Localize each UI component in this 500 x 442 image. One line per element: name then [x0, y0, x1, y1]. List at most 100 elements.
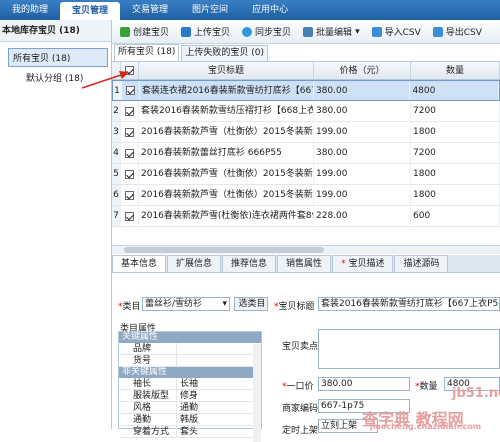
row-checkbox[interactable] [121, 122, 139, 142]
tab-description-source[interactable]: 描述源码 [394, 255, 449, 272]
schedule-label: 定时上架 [282, 426, 319, 436]
attr-row[interactable]: 风格 通勤 [119, 402, 261, 414]
price-label: *一口价 [282, 382, 314, 392]
item-title-cell: 2016春装新款芦雪（杜衡依）2015冬装新款毛呢外套 8968P1 [139, 185, 314, 205]
item-qty-cell: 1800 [411, 122, 500, 142]
attr-row[interactable]: 穿着方式 套头 [119, 426, 261, 438]
table-row[interactable]: 1套装连衣裙2016春装新款雪纺打底衫【667上衣P50 667-380.004… [112, 80, 500, 101]
attr-row[interactable]: 通勤 韩版 [119, 414, 261, 426]
attr-value: 套头 [180, 427, 199, 437]
checkbox-checked [125, 148, 134, 158]
item-price-cell: 199.00 [314, 122, 411, 142]
attr-row-model[interactable]: 货号 [119, 355, 261, 367]
item-price-cell: 199.00 [314, 185, 411, 205]
item-qty-cell: 4800 [410, 81, 499, 100]
attr-value: 长袖 [180, 379, 199, 389]
item-price-cell: 199.00 [314, 164, 411, 184]
table-row[interactable]: 5 2016春装新款芦雪（杜衡依）2015冬装新款毛呢外套 8968P1199.0… [112, 164, 500, 185]
table-row[interactable]: 6 2016春装新款芦雪（杜衡依）2015冬装新款毛呢外套 8968P1199.0… [112, 185, 500, 206]
row-checkbox[interactable] [121, 206, 139, 226]
annotation-arrow [81, 71, 129, 89]
nav-tab-trade-management[interactable]: 交易管理 [120, 0, 180, 20]
row-number: 7 [112, 206, 121, 226]
table-row[interactable]: 4 2016春装新款蕾丝打底衫 666P55 380.00 7200 [112, 143, 500, 164]
import-csv-button[interactable]: 导入CSV [368, 23, 425, 41]
attr-key: 袖长 [119, 378, 177, 389]
nav-tab-assistant[interactable]: 我的助理 [0, 0, 60, 20]
item-qty-cell: 7200 [411, 101, 500, 121]
price-input[interactable]: 380.00 [318, 377, 410, 391]
checkbox-checked [125, 127, 134, 137]
upload-item-button[interactable]: 上传宝贝 [177, 23, 234, 41]
attr-row[interactable]: 袖长 长袖 [119, 378, 261, 390]
sync-item-button[interactable]: 同步宝贝 [238, 23, 295, 41]
title-column-header[interactable]: 宝贝标题 [139, 62, 314, 79]
selling-point-input[interactable] [318, 329, 500, 369]
export-csv-button[interactable]: 导出CSV [429, 23, 486, 41]
row-number: 6 [112, 185, 121, 205]
item-price-cell: 380.00 [314, 81, 411, 100]
attr-row[interactable]: 服装版型 修身 [119, 390, 261, 402]
chevron-down-icon: ▾ [355, 26, 360, 37]
qty-column-header[interactable]: 数量 [411, 62, 500, 79]
row-checkbox[interactable] [121, 101, 139, 121]
attr-key: 通勤 [119, 414, 177, 425]
top-nav: 我的助理 宝贝管理 交易管理 图片空间 应用中心 [0, 0, 500, 20]
tab-upload-failed[interactable]: 上传失败的宝贝 (0) [181, 45, 268, 61]
table-row[interactable]: 7 2016春装新款芦雪(杜衡依)连衣裙两件套8951P110228.00600 [112, 206, 500, 227]
item-title-cell: 套装2016春装新款雪纺压褶打衫【668上衣P55 668-1— [139, 101, 314, 121]
upload-icon [181, 26, 192, 37]
selling-point-label: 宝贝卖点 [282, 342, 319, 352]
item-title-input[interactable]: 套装2016春装新款雪纺打底衫【667上衣P50 667-1一套P [318, 297, 500, 311]
toolbar: 创建宝贝 上传宝贝 同步宝贝 批量编辑 ▾ 导入CSV 导出CSV [112, 20, 500, 44]
row-number: 3 [112, 122, 121, 142]
export-icon [432, 26, 443, 37]
item-title-cell: 2016春装新款芦雪（杜衡依）2015冬装新款毛呢外套 8968P1 [139, 164, 314, 184]
watermark-url: jiaocheng.chazidian.com [370, 422, 482, 431]
sidebar-title: 本地库存宝贝 (18) [0, 20, 111, 42]
attr-value: 韩版 [180, 415, 199, 425]
row-checkbox[interactable] [121, 143, 139, 163]
subtabs: 所有宝贝 (18) 上传失败的宝贝 (0) [112, 44, 500, 62]
item-title-label: *宝贝标题 [274, 302, 315, 312]
row-number: 5 [112, 164, 121, 184]
import-icon [371, 26, 382, 37]
attr-row-brand[interactable]: 品牌 [119, 343, 261, 355]
detail-tabs: 基本信息 扩展信息 推荐信息 销售属性 * 宝贝描述 描述源码 [112, 255, 500, 273]
tab-recommend-info[interactable]: 推荐信息 [222, 255, 277, 272]
item-qty-cell: 7200 [411, 143, 500, 163]
row-number: 4 [112, 143, 121, 163]
attr-value: 通勤 [180, 403, 199, 413]
tab-basic-info[interactable]: 基本信息 [112, 255, 167, 272]
grid-header: 宝贝标题 价格（元） 数量 [112, 62, 500, 80]
checkbox-checked [125, 211, 134, 221]
row-checkbox[interactable] [121, 164, 139, 184]
batch-edit-button[interactable]: 批量编辑 ▾ [299, 23, 364, 41]
attr-key: 穿着方式 [119, 426, 177, 437]
item-price-cell: 380.00 [314, 143, 411, 163]
category-attrs-table: 关键属性 品牌 货号 非关键属性 袖长 长袖 服装版型 修身 风格 通勤 通勤 韩版 穿着方式套… [118, 331, 262, 442]
nav-tab-app-center[interactable]: 应用中心 [240, 0, 300, 20]
table-row[interactable]: 3 2016春装新款芦雪（杜衡依）2015冬装新款毛呢外套 8968P1199.0… [112, 122, 500, 143]
select-category-button[interactable]: 选类目 [234, 297, 268, 311]
item-title-cell: 2016春装新款芦雪（杜衡依）2015冬装新款毛呢外套 8968P1 [139, 122, 314, 142]
tab-sales-attrs[interactable]: 销售属性 [277, 255, 332, 272]
table-row[interactable]: 2 套装2016春装新款雪纺压褶打衫【668上衣P55 668-1—380.007… [112, 101, 500, 122]
price-column-header[interactable]: 价格（元） [314, 62, 411, 79]
checkbox-checked [125, 106, 134, 116]
nav-tab-image-space[interactable]: 图片空间 [180, 0, 240, 20]
tab-extended-info[interactable]: 扩展信息 [167, 255, 222, 272]
tab-item-description[interactable]: * 宝贝描述 [332, 255, 394, 272]
tree-item-all[interactable]: 所有宝贝 (18) [8, 48, 108, 67]
item-qty-cell: 600 [411, 206, 500, 226]
horizontal-scrollbar[interactable] [112, 245, 500, 254]
row-checkbox[interactable] [121, 185, 139, 205]
tab-all-items[interactable]: 所有宝贝 (18) [114, 44, 180, 61]
nav-tab-item-management[interactable]: 宝贝管理 [60, 2, 121, 20]
item-title-cell: 套装连衣裙2016春装新款雪纺打底衫【667上衣P50 667- [140, 81, 314, 100]
attrs-scrollbar[interactable] [253, 344, 261, 442]
category-select[interactable]: 蕾丝衫/雪纺衫 ▾ [142, 297, 230, 311]
merchant-code-label: 商家编码 [282, 404, 319, 414]
create-item-button[interactable]: 创建宝贝 [116, 23, 173, 41]
item-price-cell: 228.00 [314, 206, 411, 226]
